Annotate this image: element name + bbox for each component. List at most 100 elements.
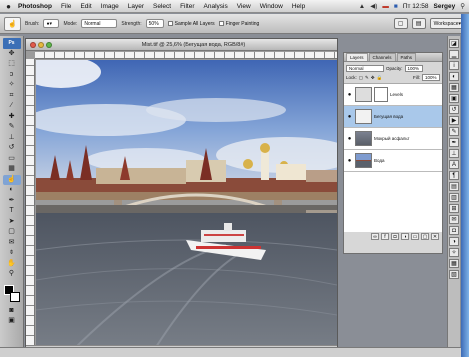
new-group-icon[interactable]: ▭	[411, 233, 419, 240]
clone-stamp-tool-icon[interactable]: ⊥	[3, 133, 21, 144]
opacity-input[interactable]: 100%	[404, 65, 423, 72]
workspace-button[interactable]: Workspace ▾	[429, 18, 465, 29]
lock-pixels-icon[interactable]: ✎	[365, 75, 369, 81]
bridge-button[interactable]: ▤	[411, 18, 426, 29]
actions-icon[interactable]: ▶	[449, 116, 459, 125]
character-icon[interactable]: A	[449, 160, 459, 169]
bluetooth-icon[interactable]: ▲	[359, 3, 365, 10]
zoom-tool-icon[interactable]: ⚲	[3, 269, 21, 280]
menu-select[interactable]: Select	[153, 3, 171, 10]
close-icon[interactable]	[30, 41, 36, 48]
apple-icon[interactable]: ●	[4, 2, 13, 11]
healing-tool-icon[interactable]: ✚	[3, 112, 21, 123]
eye-icon[interactable]: ●	[346, 92, 353, 98]
menu-analysis[interactable]: Analysis	[204, 3, 228, 10]
menu-file[interactable]: File	[61, 3, 71, 10]
screen-mode-icon[interactable]: ▣	[3, 316, 21, 327]
info-icon[interactable]: i	[449, 61, 459, 70]
brush-picker[interactable]: ●▾	[43, 19, 60, 28]
layer-mask-thumbnail[interactable]	[374, 87, 388, 102]
tool-presets-icon[interactable]: ✎	[449, 127, 459, 136]
blend-mode-select[interactable]: Normal	[346, 65, 384, 72]
eye-icon[interactable]: ●	[346, 136, 353, 142]
adjustments-icon[interactable]: ◑	[449, 237, 459, 246]
clone-source-icon[interactable]: ⊥	[449, 149, 459, 158]
notes-icon[interactable]: ✉	[449, 215, 459, 224]
tablet-pressure-button[interactable]: ▢	[393, 18, 408, 29]
new-layer-icon[interactable]: ▢	[421, 233, 429, 240]
link-layers-icon[interactable]: ∞	[371, 233, 379, 240]
animation-icon[interactable]: ▥	[449, 193, 459, 202]
lock-transparency-icon[interactable]: ▢	[359, 75, 363, 81]
user-name[interactable]: Sergey	[434, 3, 456, 10]
layer-style-icon[interactable]: f	[381, 233, 389, 240]
paragraph-icon[interactable]: ¶	[449, 171, 459, 180]
crop-tool-icon[interactable]: ⌗	[3, 91, 21, 102]
volume-icon[interactable]: ◀)	[370, 2, 377, 10]
menu-image[interactable]: Image	[101, 3, 119, 10]
mode-select[interactable]: Normal	[81, 19, 118, 28]
slice-tool-icon[interactable]: ∕	[3, 101, 21, 112]
eye-icon[interactable]: ●	[346, 114, 353, 120]
delete-layer-icon[interactable]: ✕	[431, 233, 439, 240]
paths-icon[interactable]: ✧	[449, 248, 459, 257]
quick-mask-icon[interactable]: ◙	[3, 306, 21, 317]
menu-photoshop[interactable]: Photoshop	[18, 3, 52, 10]
layer-row-wet-asphalt[interactable]: ● Мокрый асфальт	[344, 128, 442, 150]
path-selection-tool-icon[interactable]: ➤	[3, 217, 21, 228]
masks-icon[interactable]: ◘	[449, 226, 459, 235]
layer-row-water[interactable]: ● Вода	[344, 150, 442, 172]
measurement-icon[interactable]: ⊞	[449, 204, 459, 213]
strength-input[interactable]: 50%	[145, 19, 164, 28]
swatches-icon[interactable]: ▦	[449, 83, 459, 92]
layer-row-levels[interactable]: ● Levels	[344, 84, 442, 106]
menu-filter[interactable]: Filter	[180, 3, 194, 10]
lock-position-icon[interactable]: ✥	[371, 75, 375, 81]
battery-icon[interactable]: ▬	[382, 3, 389, 10]
horizontal-ruler[interactable]	[35, 52, 337, 59]
fill-input[interactable]: 100%	[422, 74, 440, 81]
styles-icon[interactable]: ▣	[449, 94, 459, 103]
hand-tool-icon[interactable]: ✋	[3, 259, 21, 270]
clock[interactable]: Пт 12:58	[403, 3, 429, 10]
adjustment-layer-icon[interactable]: ◑	[401, 233, 409, 240]
minimize-icon[interactable]	[38, 41, 44, 48]
tab-layers[interactable]: Layers	[346, 53, 368, 61]
zoom-icon[interactable]	[46, 41, 52, 48]
document-title-bar[interactable]: Mist.tif @ 25,6% (Бегущая вода, RGB/8#)	[26, 39, 337, 51]
dodge-tool-icon[interactable]: ◐	[3, 185, 21, 196]
eyedropper-tool-icon[interactable]: ⌽	[3, 248, 21, 259]
tab-paths[interactable]: Paths	[396, 53, 417, 61]
navigator-icon[interactable]: ◪	[449, 39, 459, 48]
spotlight-icon[interactable]: ⚲	[460, 2, 465, 10]
magic-wand-tool-icon[interactable]: ✧	[3, 80, 21, 91]
type-tool-icon[interactable]: T	[3, 206, 21, 217]
lock-all-icon[interactable]: 🔒	[377, 75, 383, 81]
layers-icon[interactable]: ▧	[449, 270, 459, 279]
move-tool-icon[interactable]: ✥	[3, 49, 21, 60]
history-brush-tool-icon[interactable]: ↺	[3, 143, 21, 154]
eye-icon[interactable]: ●	[346, 158, 353, 164]
input-flag-icon[interactable]: ■	[394, 3, 398, 10]
gradient-tool-icon[interactable]: ▦	[3, 164, 21, 175]
notes-tool-icon[interactable]: ✉	[3, 238, 21, 249]
menu-view[interactable]: View	[237, 3, 251, 10]
channels-icon[interactable]: ▦	[449, 259, 459, 268]
pen-tool-icon[interactable]: ✒	[3, 196, 21, 207]
vertical-ruler[interactable]	[26, 59, 35, 345]
tool-preset-picker[interactable]: ☝	[4, 16, 21, 31]
menu-window[interactable]: Window	[260, 3, 283, 10]
marquee-tool-icon[interactable]: ⬚	[3, 59, 21, 70]
menu-edit[interactable]: Edit	[80, 3, 91, 10]
color-swatches[interactable]	[3, 284, 21, 306]
add-mask-icon[interactable]: ◘	[391, 233, 399, 240]
smudge-tool-icon[interactable]: ☝	[2, 174, 21, 185]
finger-painting-checkbox[interactable]: Finger Painting	[218, 21, 259, 27]
tab-channels[interactable]: Channels	[368, 53, 396, 61]
brush-tool-icon[interactable]: ✎	[3, 122, 21, 133]
background-color[interactable]	[9, 291, 20, 302]
histogram-icon[interactable]: ▁	[449, 50, 459, 59]
eraser-tool-icon[interactable]: ▭	[3, 154, 21, 165]
sample-all-layers-checkbox[interactable]: Sample All Layers	[167, 21, 215, 27]
layer-row-running-water[interactable]: ● Бегущая вода	[344, 106, 442, 128]
